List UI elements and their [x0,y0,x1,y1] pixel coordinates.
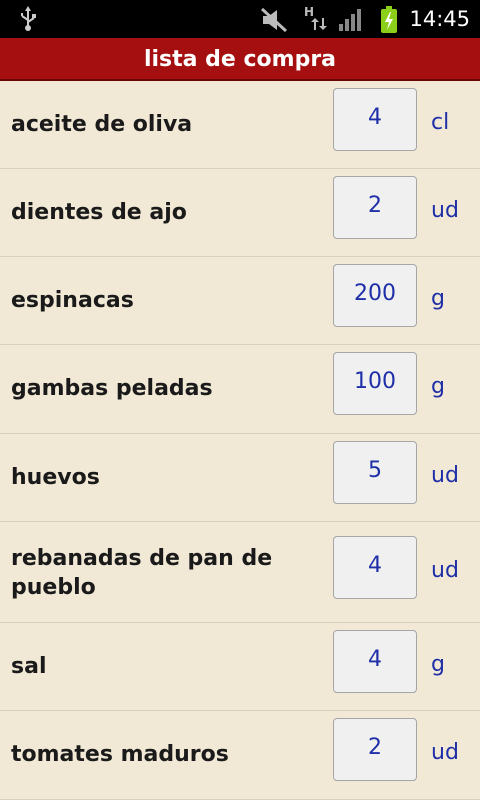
quantity-field[interactable]: 100 [333,352,417,415]
list-item: tomates maduros 2 ud [0,711,480,800]
unit-label: ud [431,558,459,583]
unit-label: ud [431,198,459,223]
item-name: gambas peladas [11,376,213,401]
unit-label: cl [431,110,450,135]
page-title: lista de compra [0,38,480,81]
quantity-field[interactable]: 5 [333,441,417,504]
list-item: rebanadas de pan de pueblo 4 ud [0,522,480,623]
list-item: huevos 5 ud [0,434,480,522]
unit-label: g [431,374,445,399]
h-data-icon: H [303,4,329,38]
quantity-field[interactable]: 2 [333,718,417,781]
list-item: gambas peladas 100 g [0,345,480,434]
svg-text:H: H [304,5,314,19]
unit-label: ud [431,740,459,765]
item-name: espinacas [11,288,134,313]
list-item: sal 4 g [0,623,480,711]
item-name: rebanadas de pan de pueblo [11,546,273,600]
quantity-field[interactable]: 2 [333,176,417,239]
unit-label: g [431,652,445,677]
battery-charging-icon [380,6,398,38]
mute-icon [260,7,290,37]
item-name: sal [11,654,47,679]
status-bar: H 14:45 [0,0,480,38]
quantity-field[interactable]: 4 [333,88,417,151]
status-clock: 14:45 [409,7,470,31]
list-item: espinacas 200 g [0,257,480,345]
item-name: tomates maduros [11,742,229,767]
item-name: huevos [11,465,100,490]
quantity-field[interactable]: 200 [333,264,417,327]
list-item: dientes de ajo 2 ud [0,169,480,257]
item-name: aceite de oliva [11,112,193,137]
signal-icon [338,8,364,36]
unit-label: g [431,286,445,311]
quantity-field[interactable]: 4 [333,630,417,693]
quantity-field[interactable]: 4 [333,536,417,599]
item-name: dientes de ajo [11,200,187,225]
usb-icon [18,6,38,36]
shopping-list: aceite de oliva 4 cl dientes de ajo 2 ud… [0,81,480,800]
list-item: aceite de oliva 4 cl [0,81,480,169]
unit-label: ud [431,463,459,488]
